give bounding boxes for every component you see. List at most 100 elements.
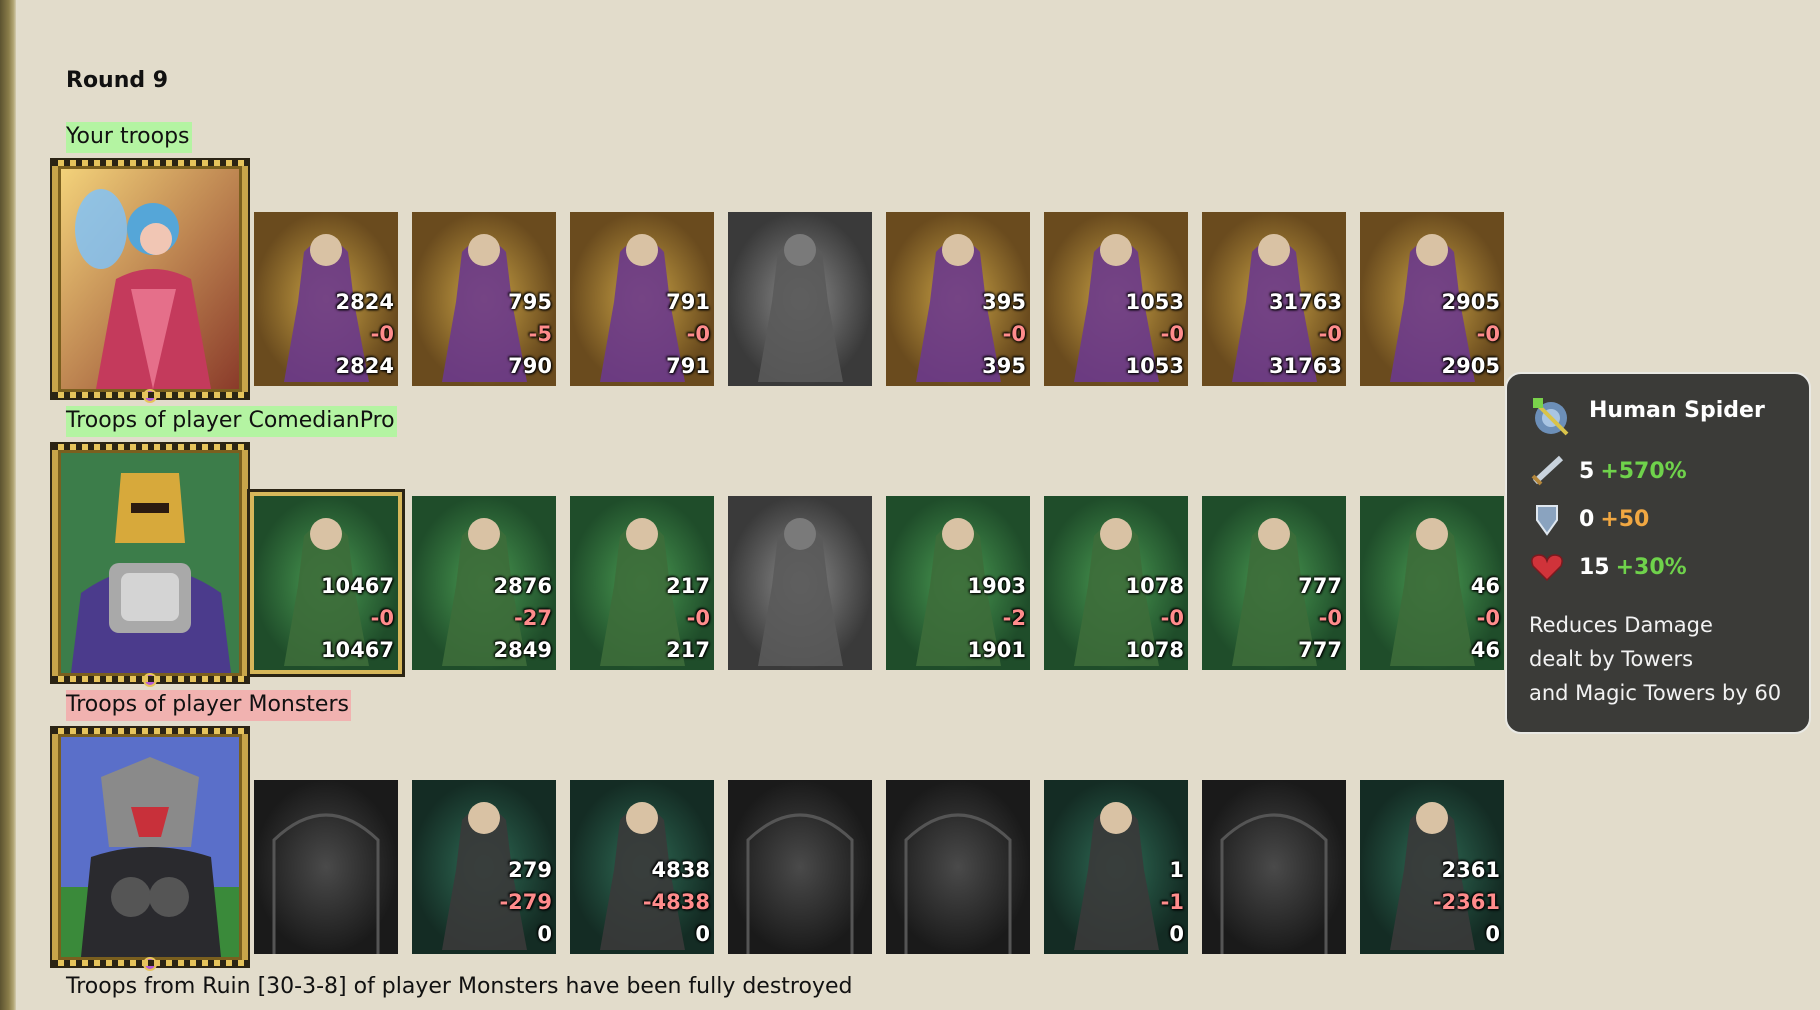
unit-slot-empty-2[interactable] — [728, 780, 872, 954]
unit-image — [1044, 780, 1188, 954]
unit-remain-count: 0 — [695, 922, 710, 946]
unit-slot-empty-3[interactable] — [886, 780, 1030, 954]
unit-slot-assassin[interactable]: 795 -5 790 — [412, 212, 556, 386]
unit-loss-count: -5 — [528, 322, 552, 346]
unit-total-count: 1078 — [1125, 574, 1184, 598]
unit-loss-count: -0 — [1476, 322, 1500, 346]
unit-image — [728, 780, 872, 954]
unit-total-count: 279 — [508, 858, 552, 882]
unit-total-count: 795 — [508, 290, 552, 314]
unit-image — [1202, 780, 1346, 954]
unit-remain-count: 791 — [666, 354, 710, 378]
unit-slot-shaman[interactable]: 46 -0 46 — [1360, 496, 1504, 670]
unit-remain-count: 0 — [1169, 922, 1184, 946]
unit-total-count: 1 — [1169, 858, 1184, 882]
left-rail — [0, 0, 16, 1010]
hero-sorceress-image — [61, 169, 239, 389]
unit-image — [728, 212, 872, 386]
unit-total-count: 2876 — [493, 574, 552, 598]
hero-portrait-your[interactable] — [50, 158, 250, 403]
unit-type-icon — [1533, 398, 1569, 436]
unit-total-count: 31763 — [1268, 290, 1342, 314]
unit-slot-dark-warrior[interactable]: 31763 -0 31763 — [1202, 212, 1346, 386]
unit-total-count: 46 — [1470, 574, 1500, 598]
heart-icon — [1531, 554, 1563, 582]
unit-remain-count: 777 — [1298, 638, 1342, 662]
unit-image — [254, 780, 398, 954]
unit-slot-ranger[interactable]: 777 -0 777 — [1202, 496, 1346, 670]
shield-icon — [1536, 505, 1558, 536]
hero-portrait-monsters[interactable] — [50, 726, 250, 971]
unit-tooltip: Human Spider 5 +570% 0 +50 15 +30% Reduc… — [1505, 372, 1811, 734]
attack-value: 5 — [1579, 458, 1595, 484]
unit-slot-empty-gargoyle[interactable] — [728, 212, 872, 386]
unit-slot-druid[interactable]: 1078 -0 1078 — [1044, 496, 1188, 670]
tooltip-health-row: 15 +30% — [1527, 550, 1687, 584]
unit-slot-human-spider[interactable]: 2905 -0 2905 — [1360, 212, 1504, 386]
tooltip-title: Human Spider — [1589, 398, 1765, 423]
hero-gem — [143, 673, 157, 687]
unit-remain-count: 46 — [1470, 638, 1500, 662]
unit-loss-count: -2361 — [1432, 890, 1500, 914]
unit-image — [886, 780, 1030, 954]
unit-image — [728, 496, 872, 670]
unit-total-count: 217 — [666, 574, 710, 598]
unit-slot-empty-4[interactable] — [1202, 780, 1346, 954]
unit-slot-golem[interactable]: 2824 -0 2824 — [254, 212, 398, 386]
unit-slot-swordsman[interactable]: 2876 -27 2849 — [412, 496, 556, 670]
unit-remain-count: 2849 — [493, 638, 552, 662]
unit-total-count: 2905 — [1441, 290, 1500, 314]
unit-loss-count: -0 — [1476, 606, 1500, 630]
unit-loss-count: -1 — [1160, 890, 1184, 914]
unit-slot-empty-1[interactable] — [254, 780, 398, 954]
unit-slot-archer[interactable]: 395 -0 395 — [886, 212, 1030, 386]
unit-remain-count: 1901 — [967, 638, 1026, 662]
unit-total-count: 10467 — [320, 574, 394, 598]
tooltip-desc-line: Reduces Damage — [1529, 613, 1713, 637]
health-bonus: +30% — [1615, 554, 1687, 580]
defense-value: 0 — [1579, 506, 1595, 532]
battle-result-message: Troops from Ruin [30-3-8] of player Mons… — [66, 974, 853, 999]
tooltip-description: Reduces Damage dealt by Towers and Magic… — [1529, 608, 1799, 710]
tooltip-desc-line: dealt by Towers — [1529, 647, 1694, 671]
unit-slot-dwarf[interactable]: 10467 -0 10467 — [250, 492, 402, 674]
unit-remain-count: 790 — [508, 354, 552, 378]
round-title: Round 9 — [66, 68, 169, 93]
tooltip-desc-line: and Magic Towers by 60 — [1529, 681, 1782, 705]
unit-slot-sorceress[interactable]: 1053 -0 1053 — [1044, 212, 1188, 386]
unit-slot-lizard-rider[interactable]: 791 -0 791 — [570, 212, 714, 386]
unit-total-count: 4838 — [651, 858, 710, 882]
unit-loss-count: -0 — [1160, 322, 1184, 346]
unit-loss-count: -0 — [686, 322, 710, 346]
unit-loss-count: -0 — [1318, 322, 1342, 346]
hero-gem — [143, 957, 157, 971]
unit-slot-empty-griffin[interactable] — [728, 496, 872, 670]
defense-bonus: +50 — [1600, 506, 1650, 532]
unit-total-count: 791 — [666, 290, 710, 314]
unit-loss-count: -0 — [1002, 322, 1026, 346]
unit-slot-skeleton-brute[interactable]: 279 -279 0 — [412, 780, 556, 954]
unit-remain-count: 10467 — [320, 638, 394, 662]
unit-loss-count: -279 — [499, 890, 552, 914]
tooltip-attack-row: 5 +570% — [1527, 454, 1687, 488]
unit-slot-naga[interactable]: 2361 -2361 0 — [1360, 780, 1504, 954]
unit-remain-count: 2905 — [1441, 354, 1500, 378]
unit-remain-count: 0 — [1485, 922, 1500, 946]
unit-slot-spearman[interactable]: 217 -0 217 — [570, 496, 714, 670]
unit-loss-count: -0 — [370, 606, 394, 630]
unit-remain-count: 31763 — [1268, 354, 1342, 378]
unit-slot-elf-archer[interactable]: 1903 -2 1901 — [886, 496, 1030, 670]
sword-icon — [1531, 455, 1564, 486]
unit-total-count: 1053 — [1125, 290, 1184, 314]
hero-gem — [143, 389, 157, 403]
section-label-your-troops: Your troops — [66, 122, 192, 153]
unit-remain-count: 1078 — [1125, 638, 1184, 662]
unit-total-count: 2824 — [335, 290, 394, 314]
hero-portrait-comedianpro[interactable] — [50, 442, 250, 687]
unit-loss-count: -0 — [1318, 606, 1342, 630]
health-value: 15 — [1579, 554, 1610, 580]
unit-slot-orc-rider[interactable]: 4838 -4838 0 — [570, 780, 714, 954]
unit-remain-count: 1053 — [1125, 354, 1184, 378]
attack-bonus: +570% — [1600, 458, 1687, 484]
unit-slot-demon[interactable]: 1 -1 0 — [1044, 780, 1188, 954]
